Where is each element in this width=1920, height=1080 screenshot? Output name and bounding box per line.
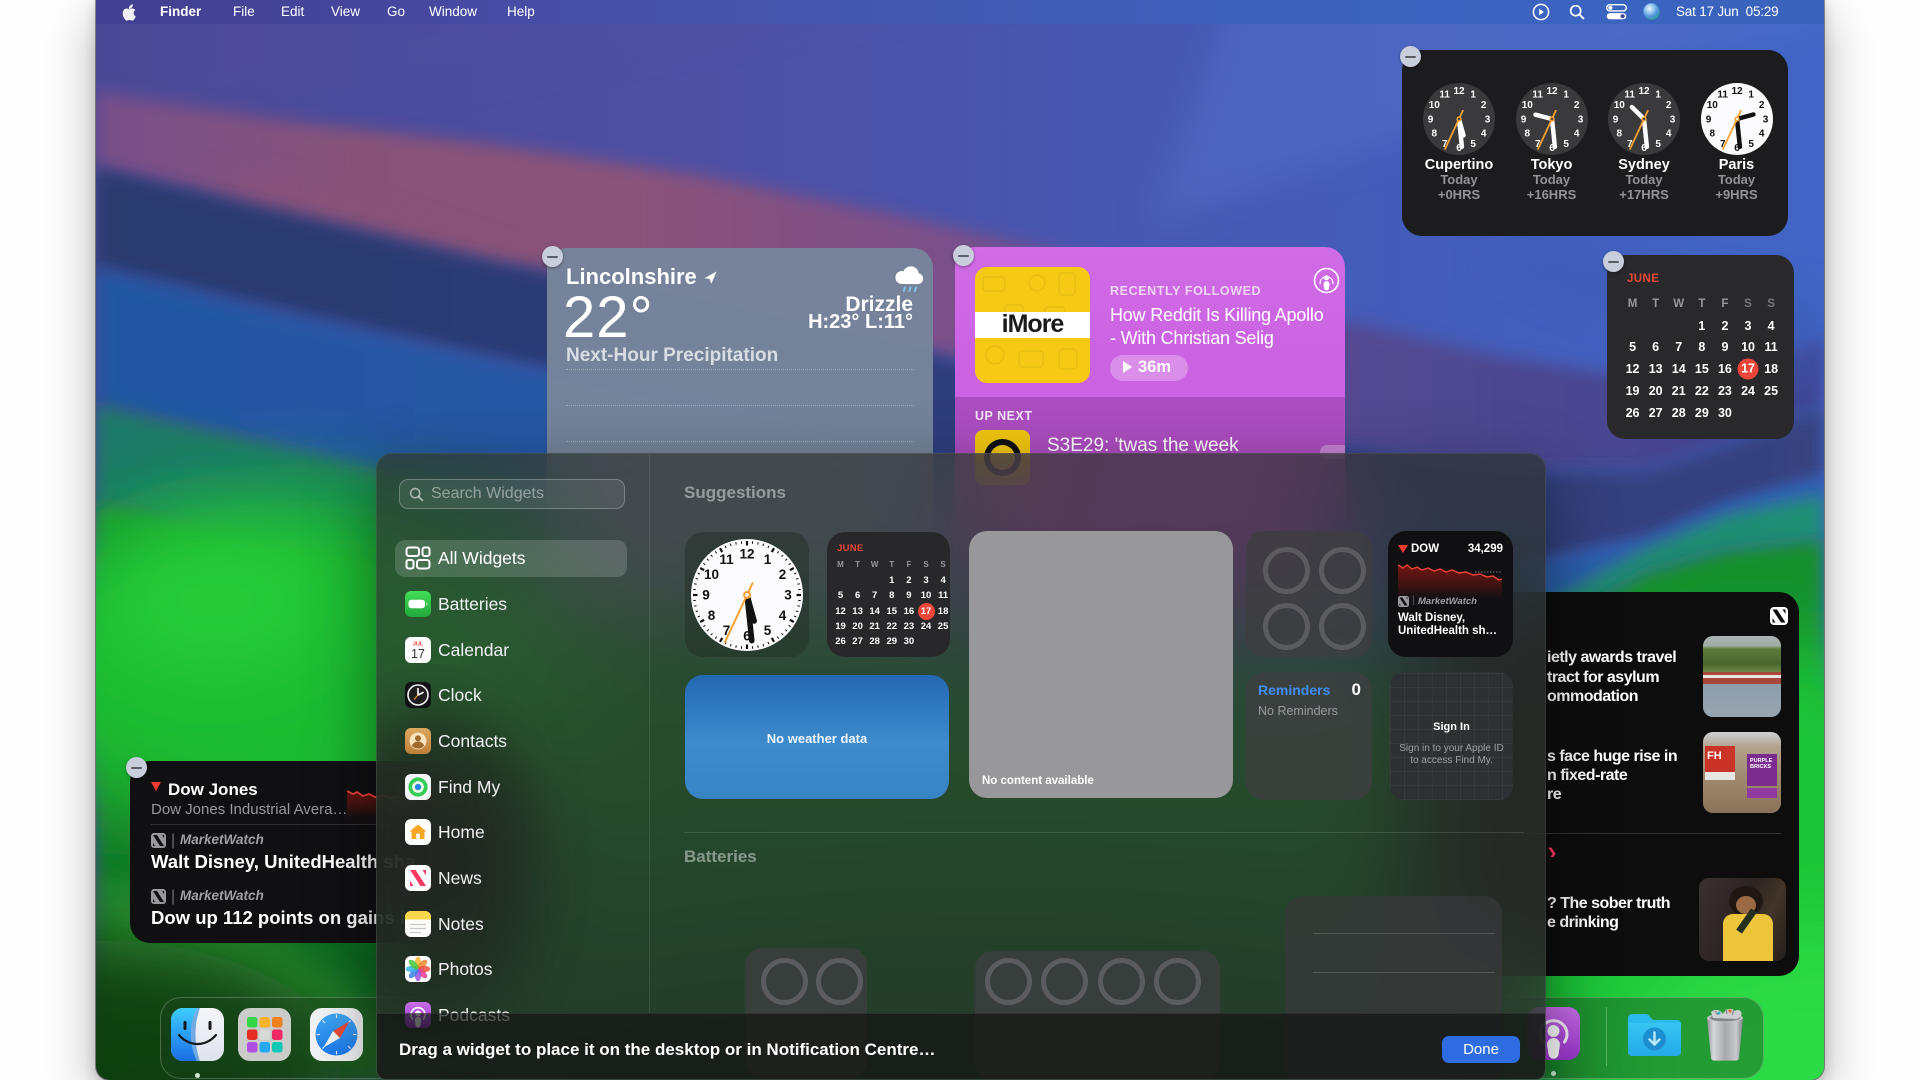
svg-text:2: 2	[1573, 100, 1579, 111]
svg-text:4: 4	[1573, 129, 1579, 140]
svg-text:5: 5	[1470, 139, 1476, 150]
svg-text:8: 8	[1617, 129, 1623, 140]
svg-text:2: 2	[1666, 100, 1672, 111]
svg-text:2: 2	[1481, 100, 1487, 111]
svg-text:3: 3	[784, 587, 792, 602]
svg-text:9: 9	[1613, 114, 1619, 125]
svg-text:4: 4	[1666, 129, 1672, 140]
svg-text:1: 1	[764, 552, 772, 567]
svg-text:4: 4	[1758, 129, 1764, 140]
svg-text:11: 11	[719, 552, 734, 567]
svg-text:2: 2	[779, 567, 787, 582]
svg-text:1: 1	[1563, 90, 1569, 101]
svg-text:12: 12	[739, 546, 754, 561]
svg-text:9: 9	[702, 587, 710, 602]
svg-text:9: 9	[1428, 114, 1434, 125]
svg-text:12: 12	[1453, 86, 1465, 97]
svg-text:8: 8	[1432, 129, 1438, 140]
svg-text:11: 11	[1439, 90, 1450, 101]
svg-text:9: 9	[1705, 114, 1711, 125]
svg-text:12: 12	[1546, 86, 1558, 97]
svg-text:1: 1	[1470, 90, 1476, 101]
svg-text:10: 10	[1614, 100, 1626, 111]
svg-text:5: 5	[1655, 139, 1661, 150]
svg-text:3: 3	[1577, 114, 1583, 125]
svg-text:10: 10	[1429, 100, 1441, 111]
svg-text:12: 12	[1731, 86, 1743, 97]
svg-text:4: 4	[779, 608, 787, 623]
svg-text:10: 10	[1706, 100, 1718, 111]
svg-text:3: 3	[1485, 114, 1491, 125]
svg-text:1: 1	[1655, 90, 1661, 101]
svg-text:8: 8	[1524, 129, 1530, 140]
svg-text:9: 9	[1520, 114, 1526, 125]
svg-text:12: 12	[1638, 86, 1650, 97]
svg-text:8: 8	[708, 608, 716, 623]
svg-text:4: 4	[1481, 129, 1487, 140]
svg-text:10: 10	[1521, 100, 1533, 111]
svg-text:17: 17	[411, 647, 425, 661]
svg-text:2: 2	[1758, 100, 1764, 111]
svg-text:1: 1	[1748, 90, 1754, 101]
svg-text:5: 5	[764, 623, 772, 638]
svg-text:11: 11	[1717, 90, 1728, 101]
svg-text:11: 11	[1532, 90, 1543, 101]
svg-text:8: 8	[1709, 129, 1715, 140]
svg-text:3: 3	[1762, 114, 1768, 125]
svg-text:5: 5	[1748, 139, 1754, 150]
svg-text:10: 10	[704, 567, 719, 582]
svg-text:3: 3	[1670, 114, 1676, 125]
svg-text:7: 7	[723, 623, 731, 638]
svg-text:5: 5	[1563, 139, 1569, 150]
svg-text:11: 11	[1624, 90, 1635, 101]
